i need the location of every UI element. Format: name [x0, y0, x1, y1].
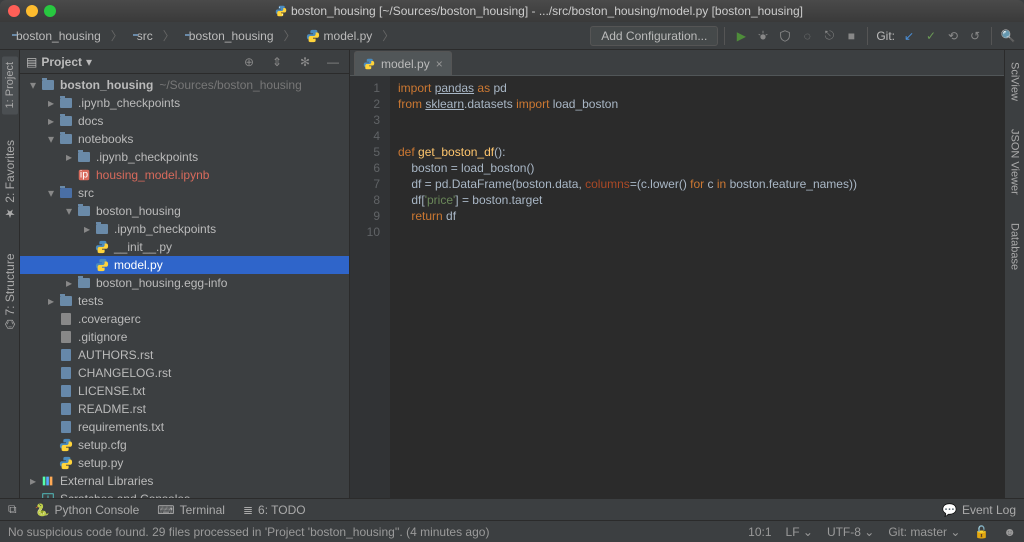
tree-item[interactable]: model.py	[20, 256, 349, 274]
breadcrumb-src[interactable]: src	[127, 27, 159, 45]
git-update-button[interactable]: ↙	[899, 26, 919, 46]
git-revert-button[interactable]: ↺	[965, 26, 985, 46]
git-branch[interactable]: Git: master ⌄	[888, 525, 960, 539]
tree-item[interactable]: ▾boston_housing~/Sources/boston_housing	[20, 76, 349, 94]
tree-item[interactable]: ▸.ipynb_checkpoints	[20, 148, 349, 166]
tree-item[interactable]: README.rst	[20, 400, 349, 418]
tree-item[interactable]: LICENSE.txt	[20, 382, 349, 400]
search-everywhere-button[interactable]: 🔍	[998, 26, 1018, 46]
event-log-icon: 💬	[942, 503, 957, 517]
line-gutter[interactable]: 12345678910	[350, 76, 390, 498]
tool-tab-json-viewer[interactable]: JSON Viewer	[1007, 123, 1023, 201]
profile-button[interactable]: ◌	[797, 26, 817, 46]
read-only-toggle-icon[interactable]: 🔓	[974, 525, 989, 539]
close-window-button[interactable]	[8, 5, 20, 17]
git-history-button[interactable]: ⟲	[943, 26, 963, 46]
debug-button[interactable]	[753, 26, 773, 46]
python-icon	[275, 5, 287, 17]
breadcrumb-root[interactable]: boston_housing	[6, 27, 107, 45]
status-message: No suspicious code found. 29 files proce…	[8, 525, 489, 539]
tree-item[interactable]: setup.py	[20, 454, 349, 472]
tree-item[interactable]: .gitignore	[20, 328, 349, 346]
right-tool-strip: SciView JSON Viewer Database	[1004, 50, 1024, 498]
tool-tab-sciview[interactable]: SciView	[1007, 56, 1023, 107]
tree-item[interactable]: ▸.ipynb_checkpoints	[20, 94, 349, 112]
tree-item[interactable]: .coveragerc	[20, 310, 349, 328]
zoom-window-button[interactable]	[44, 5, 56, 17]
git-commit-button[interactable]: ✓	[921, 26, 941, 46]
file-encoding[interactable]: UTF-8 ⌄	[827, 525, 874, 539]
tree-item[interactable]: ▸.ipynb_checkpoints	[20, 220, 349, 238]
settings-icon[interactable]: ✻	[295, 52, 315, 72]
tree-item[interactable]: ▾src	[20, 184, 349, 202]
git-label: Git:	[876, 29, 895, 43]
terminal-icon: ⌨	[157, 503, 174, 517]
left-tool-strip: 1: Project ★2: Favorites ⌬7: Structure	[0, 50, 20, 498]
hide-icon[interactable]: —	[323, 52, 343, 72]
editor: model.py × 12345678910 import pandas as …	[350, 50, 1004, 498]
status-bar: No suspicious code found. 29 files proce…	[0, 520, 1024, 542]
tree-item[interactable]: ▸docs	[20, 112, 349, 130]
python-icon: 🐍	[35, 503, 50, 517]
titlebar: boston_housing [~/Sources/boston_housing…	[0, 0, 1024, 22]
project-tool-window: ▤ Project ▾ ⊕ ⇕ ✻ — ▾boston_housing~/Sou…	[20, 50, 350, 498]
tree-item[interactable]: ▾notebooks	[20, 130, 349, 148]
minimize-window-button[interactable]	[26, 5, 38, 17]
python-icon	[306, 29, 320, 43]
tool-tab-python-console[interactable]: 🐍Python Console	[35, 503, 140, 517]
tool-tab-favorites[interactable]: ★2: Favorites	[1, 134, 19, 227]
tree-item[interactable]: ▾boston_housing	[20, 202, 349, 220]
navigation-toolbar: boston_housing〉 src〉 boston_housing〉 mod…	[0, 22, 1024, 50]
run-button[interactable]: ▶	[731, 26, 751, 46]
editor-tab-label: model.py	[381, 57, 430, 71]
tree-item[interactable]: Scratches and Consoles	[20, 490, 349, 498]
tree-item[interactable]: AUTHORS.rst	[20, 346, 349, 364]
project-tree[interactable]: ▾boston_housing~/Sources/boston_housing▸…	[20, 74, 349, 498]
breadcrumb-file[interactable]: model.py	[300, 27, 379, 45]
tool-tab-terminal[interactable]: ⌨Terminal	[157, 503, 225, 517]
chevron-right-icon: 〉	[163, 27, 175, 44]
tree-item[interactable]: requirements.txt	[20, 418, 349, 436]
tool-tab-database[interactable]: Database	[1007, 217, 1023, 276]
python-icon	[363, 58, 375, 70]
chevron-right-icon: 〉	[111, 27, 123, 44]
code-area[interactable]: import pandas as pd from sklearn.dataset…	[390, 76, 1004, 498]
breadcrumb-pkg[interactable]: boston_housing	[179, 27, 280, 45]
tool-tab-project[interactable]: 1: Project	[2, 56, 18, 114]
editor-tab-model-py[interactable]: model.py ×	[354, 51, 452, 75]
tree-item[interactable]: __init__.py	[20, 238, 349, 256]
tree-item[interactable]: setup.cfg	[20, 436, 349, 454]
locate-icon[interactable]: ⊕	[239, 52, 259, 72]
coverage-button[interactable]	[775, 26, 795, 46]
chevron-right-icon: 〉	[284, 27, 296, 44]
tool-tab-event-log[interactable]: 💬Event Log	[942, 503, 1016, 517]
tool-tab-structure[interactable]: ⌬7: Structure	[1, 247, 19, 336]
tree-item[interactable]: iphousing_model.ipynb	[20, 166, 349, 184]
svg-text:ip: ip	[80, 169, 88, 181]
tree-item[interactable]: ▸External Libraries	[20, 472, 349, 490]
tree-item[interactable]: CHANGELOG.rst	[20, 364, 349, 382]
caret-position[interactable]: 10:1	[748, 525, 771, 539]
close-tab-icon[interactable]: ×	[436, 57, 443, 71]
window-title: boston_housing [~/Sources/boston_housing…	[291, 4, 803, 18]
chevron-right-icon: 〉	[382, 27, 394, 44]
editor-tabs: model.py ×	[350, 50, 1004, 76]
bottom-tool-strip: ⧉ 🐍Python Console ⌨Terminal ≣6: TODO 💬Ev…	[0, 498, 1024, 520]
project-view-dropdown[interactable]: ▤ Project ▾	[26, 55, 92, 69]
run-config-dropdown[interactable]: Add Configuration...	[590, 26, 718, 46]
tool-tab-todo[interactable]: ≣6: TODO	[243, 503, 306, 517]
attach-button[interactable]: ⎋	[819, 26, 839, 46]
hide-toolwindows-icon[interactable]: ⧉	[8, 502, 17, 517]
inspection-profile-icon[interactable]: ☻	[1003, 525, 1016, 539]
line-separator[interactable]: LF ⌄	[786, 525, 813, 539]
tree-item[interactable]: ▸tests	[20, 292, 349, 310]
todo-icon: ≣	[243, 503, 253, 517]
tree-item[interactable]: ▸boston_housing.egg-info	[20, 274, 349, 292]
collapse-all-icon[interactable]: ⇕	[267, 52, 287, 72]
stop-button[interactable]: ■	[841, 26, 861, 46]
